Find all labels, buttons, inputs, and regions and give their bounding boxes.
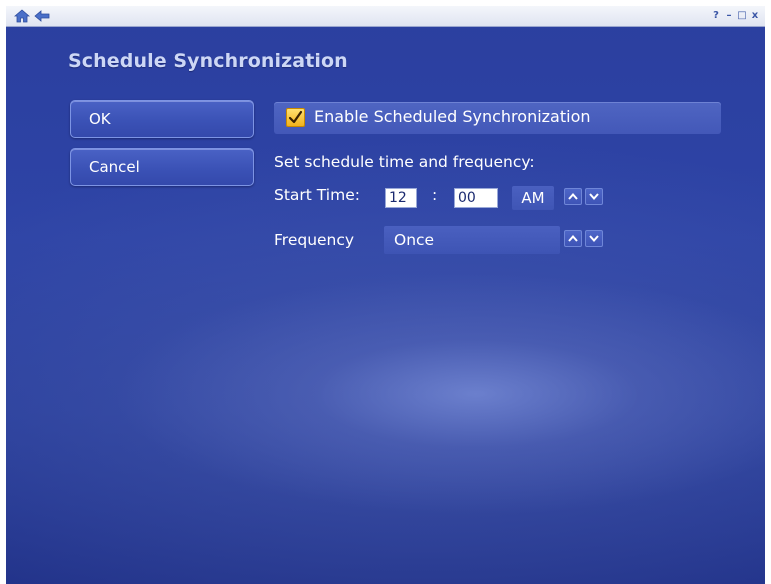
page-title: Schedule Synchronization [68,50,348,72]
am-pm-toggle[interactable]: AM [512,186,554,210]
chevron-up-icon [568,193,578,200]
frequency-down-button[interactable] [585,230,603,247]
back-arrow-icon[interactable] [34,9,50,23]
enable-scheduled-sync-option[interactable]: Enable Scheduled Synchronization [274,102,721,134]
checkmark-icon [288,110,303,124]
ok-button[interactable]: OK [70,100,254,138]
start-time-label: Start Time: [274,186,360,204]
chevron-down-icon [589,235,599,242]
home-icon[interactable] [14,9,30,23]
time-up-button[interactable] [564,188,582,205]
frequency-value[interactable]: Once [384,226,560,254]
schedule-instructions: Set schedule time and frequency: [274,153,535,171]
start-minute-input[interactable]: 00 [454,188,498,208]
time-down-button[interactable] [585,188,603,205]
frequency-label: Frequency [274,231,355,249]
media-center-window: ? – □ x Schedule Synchronization OK Canc… [6,6,765,584]
close-icon[interactable]: x [749,9,761,22]
frequency-up-button[interactable] [564,230,582,247]
help-icon[interactable]: ? [710,9,722,22]
minimize-icon[interactable]: – [723,9,735,22]
title-bar: ? – □ x [6,6,765,27]
cancel-button[interactable]: Cancel [70,148,254,186]
time-separator: : [432,186,438,204]
chevron-down-icon [589,193,599,200]
maximize-icon[interactable]: □ [736,9,748,22]
enable-scheduled-sync-checkbox[interactable] [286,108,305,127]
enable-scheduled-sync-label: Enable Scheduled Synchronization [314,107,591,126]
start-hour-input[interactable]: 12 [385,188,417,208]
chevron-up-icon [568,235,578,242]
